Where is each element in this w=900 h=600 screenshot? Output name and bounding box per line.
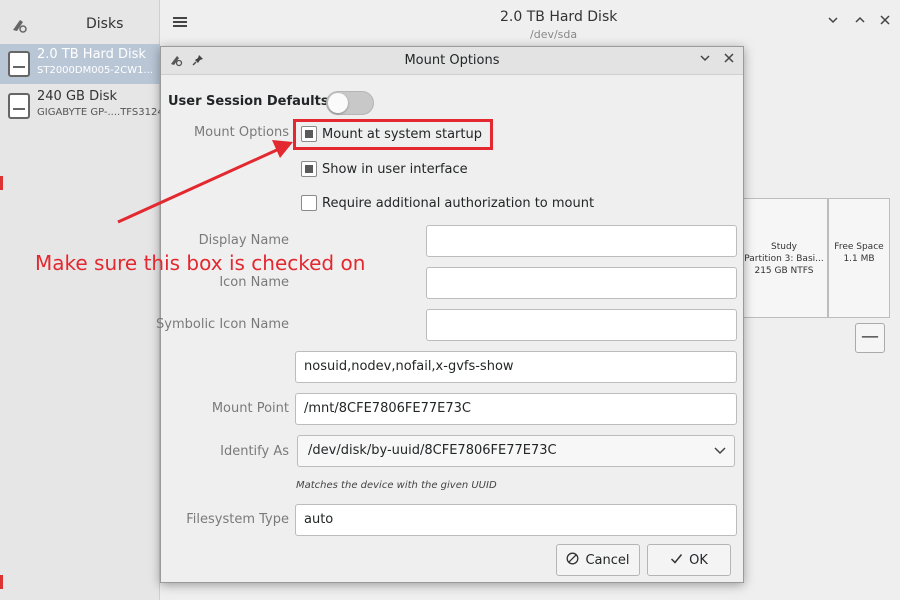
annotation-arrow (117, 140, 293, 224)
annotation-text: Make sure this box is checked on (35, 251, 366, 275)
